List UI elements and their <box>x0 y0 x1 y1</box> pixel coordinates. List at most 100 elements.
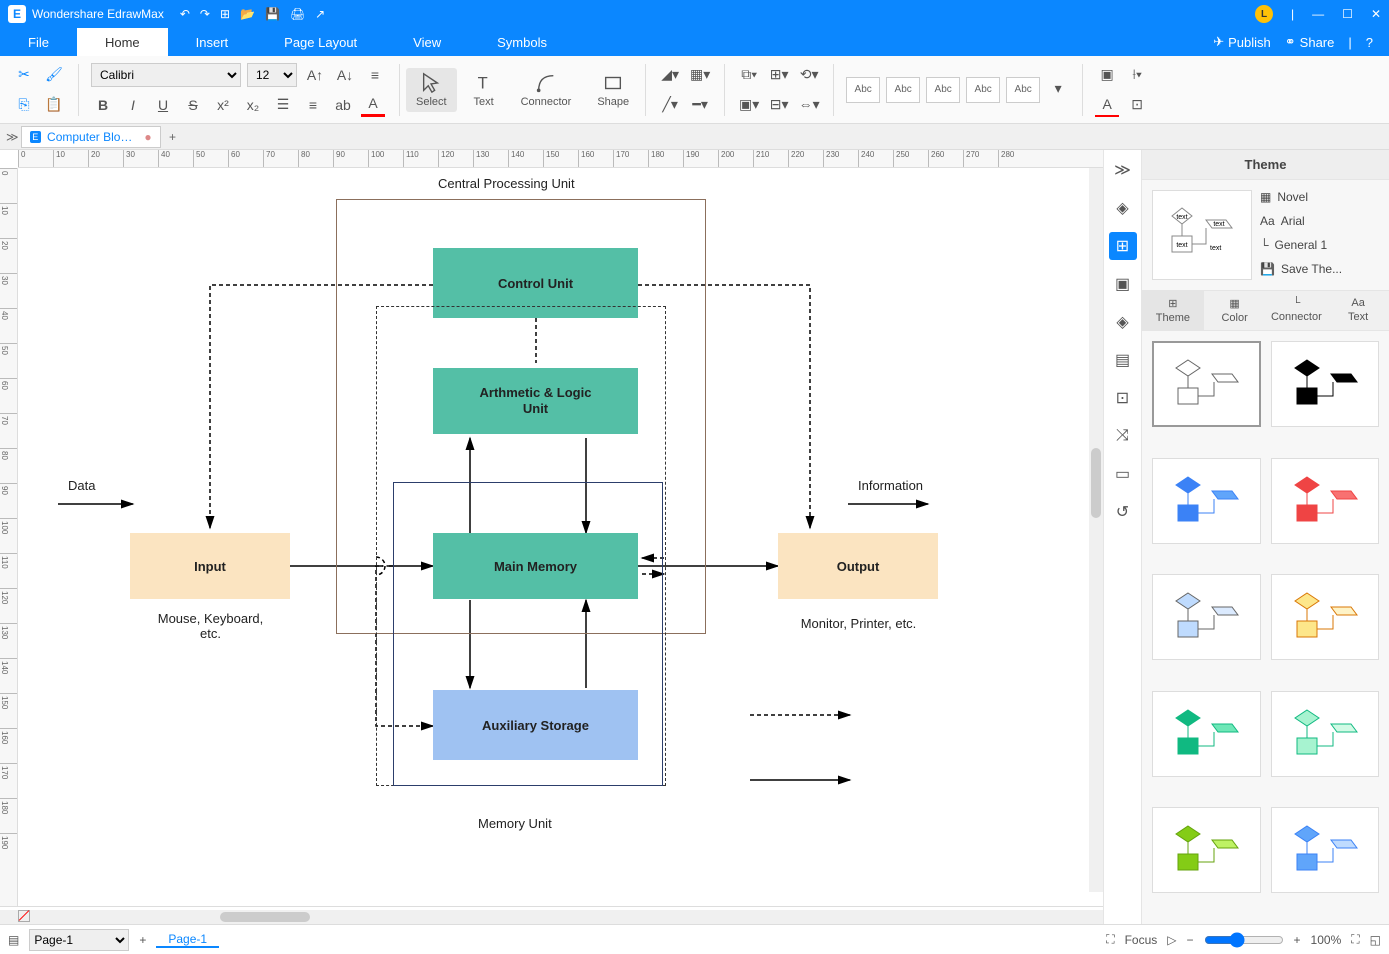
rail-style-icon[interactable]: ◈ <box>1109 194 1137 222</box>
shape-tool[interactable]: Shape <box>587 68 639 112</box>
focus-mode-icon[interactable]: ⛶ <box>1106 932 1114 947</box>
add-page-button[interactable]: + <box>139 933 146 947</box>
shadow-icon[interactable]: ▦▾ <box>688 63 712 87</box>
user-avatar[interactable]: L <box>1255 5 1273 23</box>
page-tab[interactable]: Page-1 <box>156 932 219 948</box>
bullet-list-icon[interactable]: ☰ <box>271 93 295 117</box>
theme-item[interactable] <box>1152 574 1261 660</box>
rail-layers-icon[interactable]: ◈ <box>1109 308 1137 336</box>
font-color-icon[interactable]: A <box>361 93 385 117</box>
style-preset-2[interactable]: Abc <box>886 77 920 103</box>
rail-present-icon[interactable]: ▭ <box>1109 460 1137 488</box>
redo-icon[interactable]: ↷ <box>200 7 210 21</box>
fit-page-icon[interactable]: ⛶ <box>1351 932 1359 947</box>
crop-icon[interactable]: ⟊▾ <box>1125 63 1149 87</box>
subtab-text[interactable]: AaText <box>1327 291 1389 330</box>
theme-item[interactable] <box>1152 691 1261 777</box>
style-preset-1[interactable]: Abc <box>846 77 880 103</box>
no-fill-swatch[interactable] <box>18 910 30 922</box>
highlight-icon[interactable]: ab <box>331 93 355 117</box>
information-label[interactable]: Information <box>858 478 923 493</box>
new-icon[interactable]: ⊞ <box>220 7 230 21</box>
close-icon[interactable]: ✕ <box>1371 7 1381 21</box>
subtab-connector[interactable]: └Connector <box>1266 291 1328 330</box>
minimize-icon[interactable]: — <box>1312 7 1324 21</box>
strikethrough-icon[interactable]: S <box>181 93 205 117</box>
rail-image-icon[interactable]: ▣ <box>1109 270 1137 298</box>
tab-symbols[interactable]: Symbols <box>469 28 575 56</box>
font-size-select[interactable]: 12 <box>247 63 297 87</box>
bring-front-icon[interactable]: ▣▾ <box>737 93 761 117</box>
undo-icon[interactable]: ↶ <box>180 7 190 21</box>
rail-history-icon[interactable]: ↺ <box>1109 498 1137 526</box>
aux-storage-box[interactable]: Auxiliary Storage <box>433 690 638 760</box>
theme-color-prop[interactable]: ▦Novel <box>1260 190 1379 204</box>
style-more-icon[interactable]: ▾ <box>1046 77 1070 101</box>
rail-theme-icon[interactable]: ⊞ <box>1109 232 1137 260</box>
align-objects-icon[interactable]: ⊞▾ <box>767 63 791 87</box>
data-label[interactable]: Data <box>68 478 95 493</box>
page-fit-icon[interactable]: ▣ <box>1095 63 1119 87</box>
format-painter-icon[interactable]: 🖌 <box>42 63 66 87</box>
play-icon[interactable]: ▷ <box>1167 933 1176 947</box>
vertical-scrollbar[interactable] <box>1089 168 1103 892</box>
outline-icon[interactable]: ▤ <box>8 933 19 947</box>
print-icon[interactable]: 🖨 <box>290 7 305 21</box>
style-preset-4[interactable]: Abc <box>966 77 1000 103</box>
memory-unit-title[interactable]: Memory Unit <box>478 816 552 831</box>
zoom-value[interactable]: 100% <box>1311 933 1342 947</box>
align-icon[interactable]: ≡ <box>301 93 325 117</box>
zoom-in-button[interactable]: + <box>1294 933 1301 947</box>
tab-page-layout[interactable]: Page Layout <box>256 28 385 56</box>
focus-icon[interactable]: ⊡ <box>1125 93 1149 117</box>
zoom-slider[interactable] <box>1204 932 1284 948</box>
output-subtitle[interactable]: Monitor, Printer, etc. <box>791 616 926 631</box>
size-icon[interactable]: ⇔▾ <box>797 93 821 117</box>
subtab-theme[interactable]: ⊞Theme <box>1142 291 1204 330</box>
tab-file[interactable]: File <box>0 28 77 56</box>
rotate-icon[interactable]: ⟲▾ <box>797 63 821 87</box>
input-subtitle[interactable]: Mouse, Keyboard, etc. <box>148 611 273 641</box>
tab-home[interactable]: Home <box>77 28 168 56</box>
add-doc-button[interactable]: + <box>163 130 183 144</box>
main-memory-box[interactable]: Main Memory <box>433 533 638 599</box>
theme-item[interactable] <box>1271 341 1380 427</box>
cut-icon[interactable]: ✂ <box>12 63 36 87</box>
increase-font-icon[interactable]: A↑ <box>303 63 327 87</box>
theme-item[interactable] <box>1271 807 1380 893</box>
maximize-icon[interactable]: ☐ <box>1342 7 1353 21</box>
select-tool[interactable]: Select <box>406 68 457 112</box>
line-icon[interactable]: ╱▾ <box>658 93 682 117</box>
line-spacing-icon[interactable]: ≡ <box>363 63 387 87</box>
share-button[interactable]: ⚭Share <box>1285 34 1335 50</box>
distribute-icon[interactable]: ⊟▾ <box>767 93 791 117</box>
line-style-icon[interactable]: ━▾ <box>688 93 712 117</box>
subscript-icon[interactable]: x₂ <box>241 93 265 117</box>
superscript-icon[interactable]: x² <box>211 93 235 117</box>
rail-library-icon[interactable]: ⊡ <box>1109 384 1137 412</box>
theme-item[interactable] <box>1152 807 1261 893</box>
subtab-color[interactable]: ▦Color <box>1204 291 1266 330</box>
output-box[interactable]: Output <box>778 533 938 599</box>
theme-item[interactable] <box>1152 458 1261 544</box>
canvas[interactable]: Central Processing Unit Control Unit Art… <box>18 168 1103 906</box>
focus-label[interactable]: Focus <box>1125 933 1158 947</box>
paste-icon[interactable]: 📋 <box>42 93 66 117</box>
rail-shuffle-icon[interactable]: ⤨ <box>1109 422 1137 450</box>
style-preset-5[interactable]: Abc <box>1006 77 1040 103</box>
style-preset-3[interactable]: Abc <box>926 77 960 103</box>
rail-expand-icon[interactable]: ≫ <box>1109 156 1137 184</box>
publish-button[interactable]: ✈Publish <box>1213 34 1271 50</box>
theme-item[interactable] <box>1271 574 1380 660</box>
text-annotation-icon[interactable]: A <box>1095 93 1119 117</box>
theme-connector-prop[interactable]: └General 1 <box>1260 238 1379 252</box>
help-icon[interactable]: ? <box>1366 35 1373 50</box>
fullscreen-icon[interactable]: ◱ <box>1370 933 1381 947</box>
theme-item[interactable] <box>1271 691 1380 777</box>
zoom-out-button[interactable]: − <box>1187 933 1194 947</box>
horizontal-scrollbar[interactable] <box>0 910 1103 924</box>
doctabs-chevron-icon[interactable]: ≫ <box>6 130 19 144</box>
save-theme-button[interactable]: 💾Save The... <box>1260 262 1379 276</box>
theme-item[interactable] <box>1152 341 1261 427</box>
theme-font-prop[interactable]: AaArial <box>1260 214 1379 228</box>
